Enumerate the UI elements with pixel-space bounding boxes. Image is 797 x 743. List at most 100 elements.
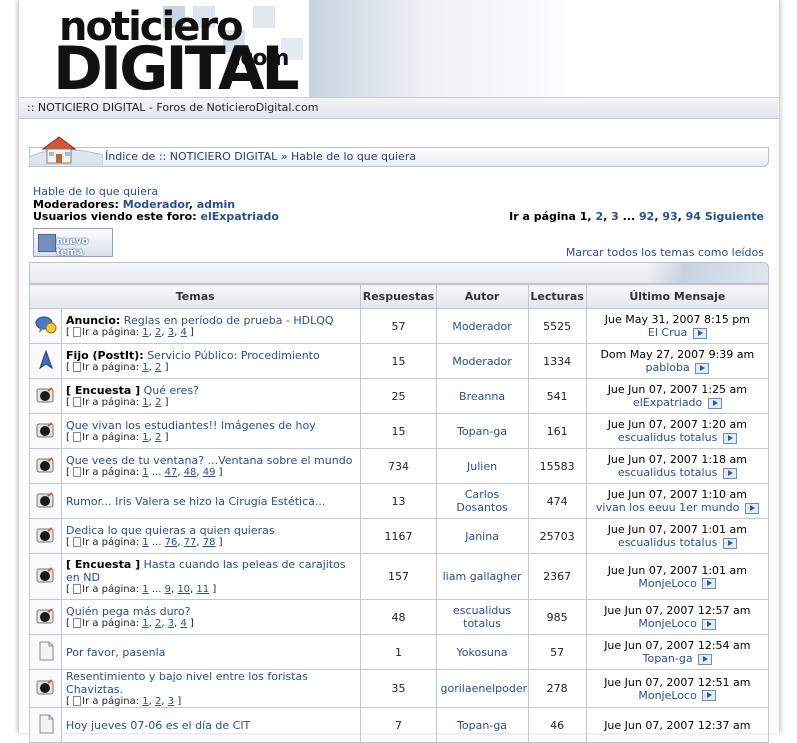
- topic-type-label: [ Encuesta ]: [66, 558, 141, 571]
- topic-author-link[interactable]: gorilaenelpoder: [441, 682, 528, 695]
- topic-last-post-cell: Jue Jun 07, 2007 1:20 am escualidus total…: [585, 413, 770, 449]
- topic-title-cell: Anuncio: Reglas en período de prueba - H…: [61, 308, 362, 344]
- last-post-user-link[interactable]: MonjeLoco: [638, 689, 696, 702]
- breadcrumb-current-link[interactable]: Hable de lo que quiera: [291, 150, 416, 163]
- view-latest-post-icon[interactable]: [722, 432, 737, 444]
- topic-author-cell: Moderador: [435, 343, 529, 379]
- view-latest-post-icon[interactable]: [702, 618, 717, 630]
- topic-author-link[interactable]: escualidus totalus: [453, 604, 511, 630]
- goto-page-label: Ir a página:: [82, 397, 140, 408]
- view-latest-post-icon[interactable]: [702, 578, 717, 589]
- page-link[interactable]: 77: [184, 537, 197, 548]
- topic-status-icon-cell: [28, 669, 63, 708]
- forum-title-link[interactable]: Hable de lo que quiera: [33, 185, 158, 198]
- topic-title-cell: Que vivan los estudiantes!! Imágenes de …: [61, 413, 362, 449]
- topic-title-link[interactable]: Por favor, pasenla: [66, 646, 165, 659]
- topic-views: 5525: [527, 308, 587, 344]
- view-latest-post-icon[interactable]: [698, 653, 713, 665]
- last-post-user-link[interactable]: escualidus totalus: [618, 536, 717, 549]
- page-link[interactable]: 48: [184, 467, 197, 478]
- topic-views: 25703: [527, 518, 587, 554]
- topic-status-icon-cell: [28, 413, 63, 449]
- page-link[interactable]: 2: [155, 362, 161, 373]
- view-latest-post-icon[interactable]: [695, 362, 710, 374]
- topic-replies: 1: [360, 634, 437, 670]
- pagination-link[interactable]: 93: [662, 210, 677, 223]
- view-latest-post-icon[interactable]: [722, 537, 737, 549]
- table-header-row: Temas Respuestas Autor Lecturas Último M…: [28, 284, 770, 309]
- topic-pages: [ Ir a página: 1, 2, 3, 4 ]: [66, 618, 194, 629]
- view-latest-post-icon[interactable]: [707, 397, 722, 409]
- topic-title-link[interactable]: Dedica lo que quieras a quien quieras: [66, 524, 275, 537]
- topic-title-link[interactable]: Que vivan los estudiantes!! Imágenes de …: [66, 419, 316, 432]
- pagination-link[interactable]: 92: [639, 210, 654, 223]
- site-logo[interactable]: noticiero DIGITAL .com: [53, 2, 311, 97]
- page-link[interactable]: 78: [203, 537, 216, 548]
- page-link[interactable]: 47: [165, 467, 178, 478]
- pagination-link[interactable]: 94: [686, 210, 701, 223]
- page-link[interactable]: 10: [177, 584, 190, 595]
- topic-author-link[interactable]: Moderador: [452, 355, 511, 368]
- topic-status-icon-cell: [28, 518, 63, 554]
- page-link[interactable]: 2: [155, 432, 161, 443]
- topic-author-link[interactable]: Yokosuna: [457, 646, 508, 659]
- last-post-user-link[interactable]: MonjeLoco: [638, 617, 696, 630]
- topic-author-link[interactable]: Topan-ga: [457, 719, 507, 732]
- pagination-link[interactable]: 2: [595, 210, 603, 223]
- topic-row: [ Encuesta ] Hasta cuando las peleas de …: [28, 553, 770, 600]
- page-icon: [73, 397, 82, 407]
- topic-title-link[interactable]: Rumor... Iris Valera se hizo la Cirugía …: [66, 495, 325, 508]
- page-link[interactable]: 2: [155, 397, 161, 408]
- topic-author-link[interactable]: Topan-ga: [457, 425, 507, 438]
- topic-author-link[interactable]: Carlos Dosantos: [456, 488, 507, 514]
- page-link[interactable]: 4: [181, 327, 187, 338]
- topic-replies: 157: [360, 553, 437, 600]
- last-post-user-link[interactable]: El Crua: [648, 326, 687, 339]
- goto-page-label: Ir a página:: [82, 537, 140, 548]
- page-link[interactable]: 49: [203, 467, 216, 478]
- hot-folder-icon: [35, 607, 57, 629]
- topic-author-link[interactable]: Janina: [465, 530, 499, 543]
- topic-title-link[interactable]: Quién pega más duro?: [66, 605, 190, 618]
- last-post-user-link[interactable]: escualidus totalus: [618, 431, 717, 444]
- view-latest-post-icon[interactable]: [702, 690, 717, 701]
- breadcrumb-index-link[interactable]: Índice de :: NOTICIERO DIGITAL: [105, 150, 277, 163]
- topic-title-link[interactable]: Reglas en período de prueba - HDLQQ: [124, 314, 334, 327]
- last-post-user-link[interactable]: Topan-ga: [643, 652, 693, 665]
- goto-page-label: Ir a página:: [82, 618, 140, 629]
- last-post-user-link[interactable]: MonjeLoco: [638, 577, 696, 590]
- topic-author-link[interactable]: liam gallagher: [443, 570, 522, 583]
- topic-author-link[interactable]: Moderador: [452, 320, 511, 333]
- view-latest-post-icon[interactable]: [744, 502, 759, 514]
- viewing-user-link[interactable]: elExpatriado: [200, 210, 278, 223]
- pagination-next-link[interactable]: Siguiente: [705, 210, 764, 223]
- topic-title-link[interactable]: Servicio Público: Procedimiento: [147, 349, 320, 362]
- home-icon[interactable]: [29, 133, 103, 165]
- topic-replies: 734: [360, 448, 437, 484]
- last-post-user-link[interactable]: elExpatriado: [633, 396, 702, 409]
- topic-title-link[interactable]: Qué eres?: [144, 384, 199, 397]
- goto-page-label: Ir a página:: [82, 432, 140, 443]
- page-link[interactable]: 4: [181, 618, 187, 629]
- last-post-user-link[interactable]: escualidus totalus: [618, 466, 717, 479]
- topic-author-cell: gorilaenelpoder: [435, 669, 529, 708]
- last-post-date: Jue Jun 07, 2007 12:54 am: [604, 639, 751, 652]
- new-topic-button[interactable]: nuevo tema: [33, 228, 113, 258]
- topic-title-link[interactable]: Que vees de tu ventana? ...Ventana sobre…: [66, 454, 352, 467]
- topic-title-link[interactable]: Resentimiento y bajo nivel entre los for…: [66, 670, 308, 696]
- pagination-link[interactable]: 3: [611, 210, 619, 223]
- topic-author-link[interactable]: Breanna: [459, 390, 505, 403]
- page-link[interactable]: 11: [196, 584, 209, 595]
- page-link[interactable]: 76: [165, 537, 178, 548]
- topic-title-cell: [ Encuesta ] Hasta cuando las peleas de …: [61, 553, 362, 600]
- topic-replies: 15: [360, 413, 437, 449]
- topic-last-post-cell: Jue May 31, 2007 8:15 pm El Crua: [585, 308, 770, 344]
- page-link[interactable]: 3: [168, 696, 174, 707]
- view-latest-post-icon[interactable]: [722, 467, 737, 479]
- view-latest-post-icon[interactable]: [692, 327, 707, 339]
- topic-title-link[interactable]: Hoy jueves 07-06 es el día de CIT: [66, 719, 250, 732]
- topic-author-link[interactable]: Julien: [467, 460, 497, 473]
- last-post-user-link[interactable]: pabloba: [645, 361, 689, 374]
- mark-all-read-link[interactable]: Marcar todos los temas como leídos: [566, 246, 764, 259]
- last-post-user-link[interactable]: vivan los eeuu 1er mundo: [596, 501, 739, 514]
